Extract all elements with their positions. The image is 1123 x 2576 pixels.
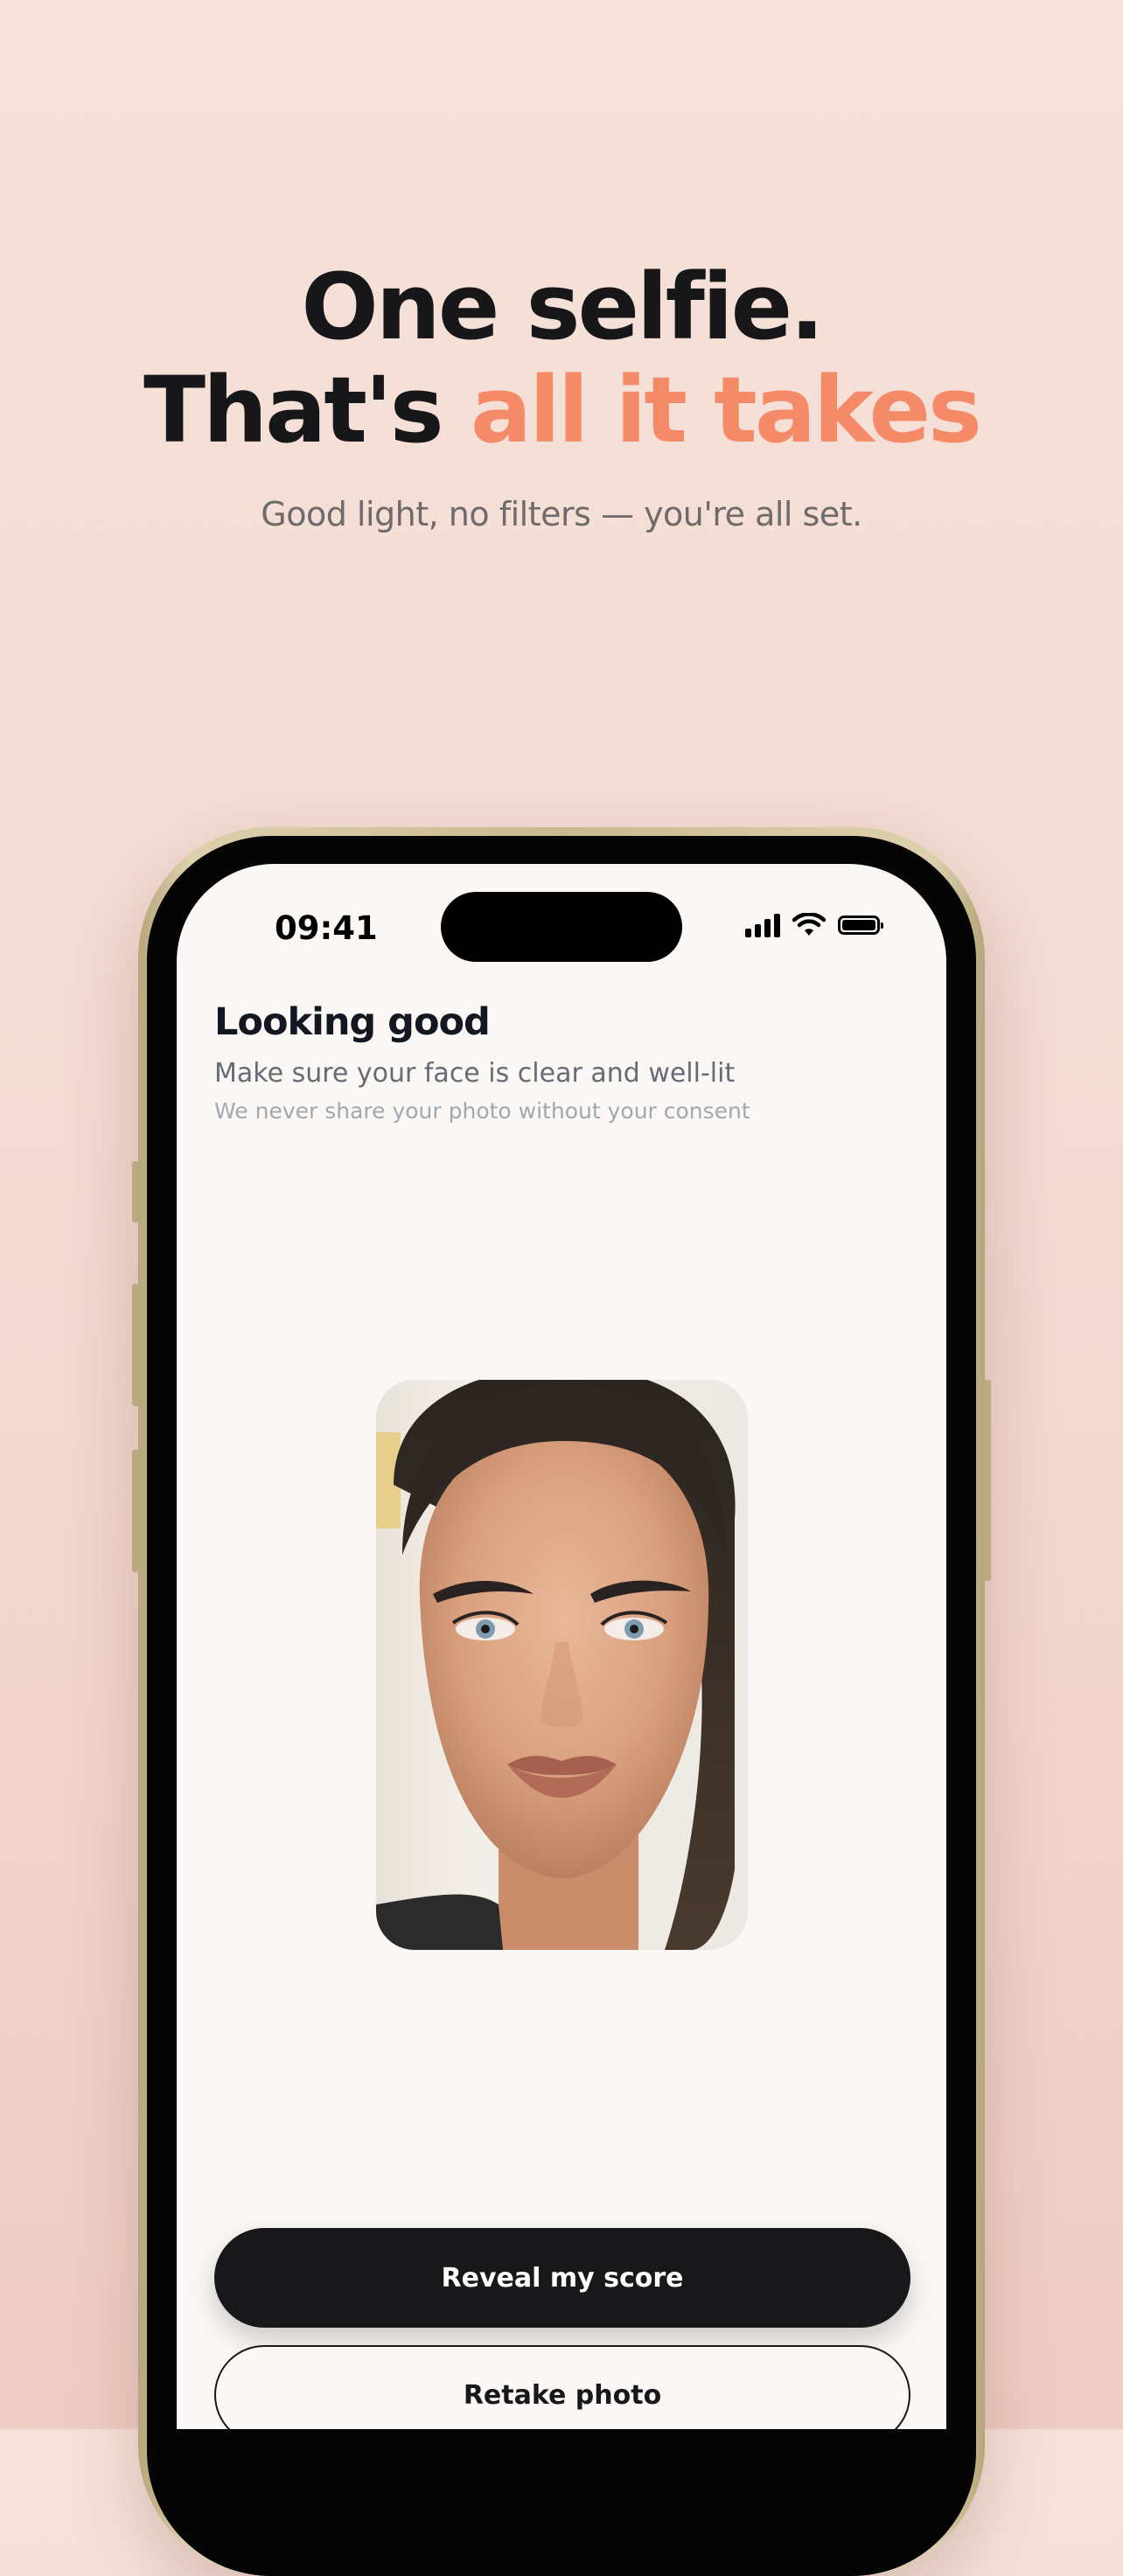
reveal-score-button[interactable]: Reveal my score xyxy=(214,2228,910,2328)
volume-down-button xyxy=(132,1450,139,1572)
dynamic-island xyxy=(441,892,682,962)
screen-title: Looking good xyxy=(214,1000,491,1044)
headline-line-2: That's all it takes xyxy=(0,359,1123,462)
signal-icon xyxy=(745,913,780,937)
headline-line-1: One selfie. xyxy=(301,254,824,360)
battery-icon xyxy=(838,916,883,935)
status-icons xyxy=(745,913,883,937)
headline-accent: all it takes xyxy=(470,357,982,463)
retake-photo-button[interactable]: Retake photo xyxy=(214,2345,910,2429)
action-button xyxy=(132,1161,139,1222)
status-time: 09:41 xyxy=(275,909,378,947)
phone-screen: 09:41 Looking good Make sure your face i… xyxy=(177,864,946,2429)
selfie-preview xyxy=(376,1380,748,1950)
selfie-photo xyxy=(376,1380,748,1950)
volume-up-button xyxy=(132,1284,139,1406)
marketing-headline: One selfie. That's all it takes xyxy=(0,255,1123,462)
power-button xyxy=(984,1380,991,1581)
headline-line-2-prefix: That's xyxy=(143,357,471,463)
screen-subtitle: Make sure your face is clear and well-li… xyxy=(214,1058,736,1089)
marketing-subhead: Good light, no filters — you're all set. xyxy=(261,495,862,533)
privacy-note: We never share your photo without your c… xyxy=(214,1098,750,1124)
wifi-icon xyxy=(792,913,826,936)
